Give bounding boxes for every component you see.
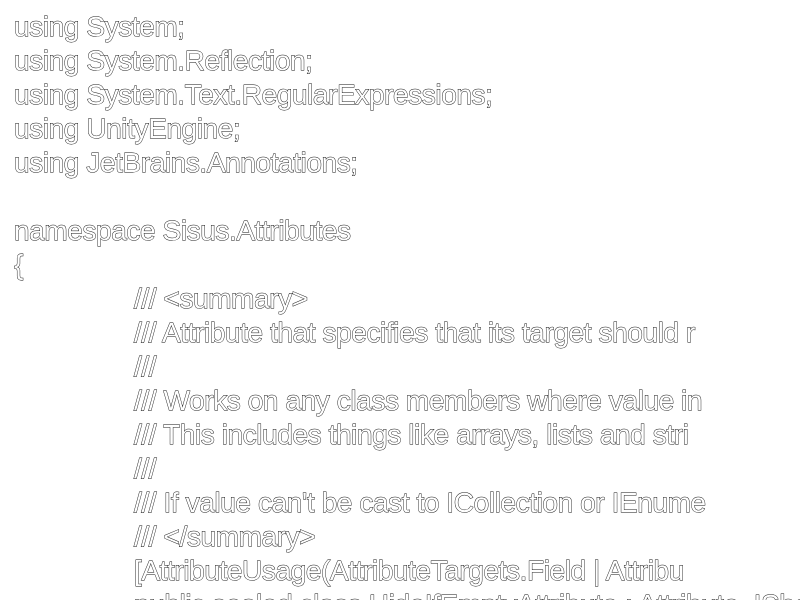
code-line-17: [AttributeUsage(AttributeTargets.Field |…	[134, 555, 685, 587]
code-line-13: /// This includes things like arrays, li…	[134, 419, 690, 451]
code-line-16: /// </summary>	[134, 521, 316, 553]
code-line-11: ///	[134, 351, 157, 383]
code-line-10: /// Attribute that specifies that its ta…	[134, 317, 696, 349]
code-line-4: using UnityEngine;	[14, 113, 242, 145]
code-line-1: using System;	[14, 11, 186, 43]
code-line-15: /// If value can't be cast to ICollectio…	[134, 487, 707, 519]
code-editor: using System; using System.Reflection; u…	[0, 0, 800, 600]
code-line-7: namespace Sisus.Attributes	[14, 215, 352, 247]
code-line-3: using System.Text.RegularExpressions;	[14, 79, 494, 111]
code-line-12: /// Works on any class members where val…	[134, 385, 703, 417]
code-line-14: ///	[134, 453, 157, 485]
code-line-9: /// <summary>	[134, 283, 309, 315]
code-line-18: public sealed class HideIfEmptyAttribute…	[134, 588, 800, 600]
code-line-8: {	[14, 249, 24, 281]
code-line-5: using JetBrains.Annotations;	[14, 147, 359, 179]
code-line-2: using System.Reflection;	[14, 45, 314, 77]
